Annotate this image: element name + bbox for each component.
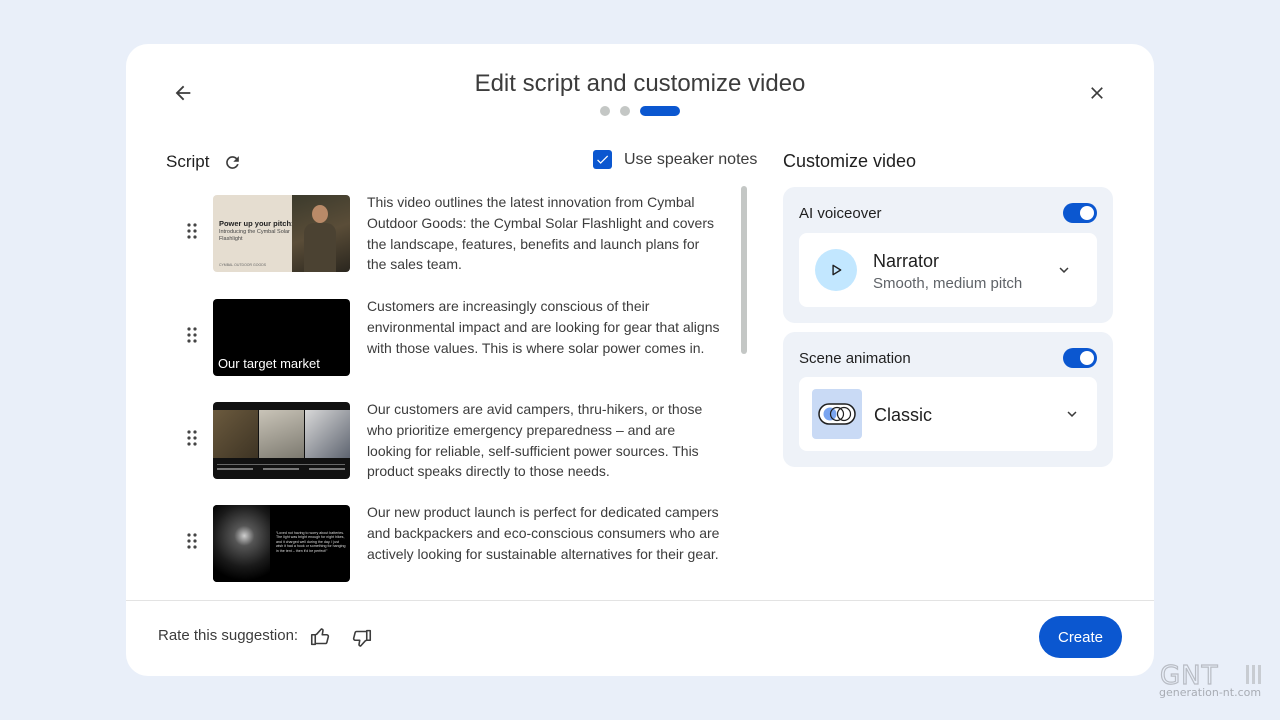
drag-handle-icon[interactable]	[181, 327, 203, 343]
edit-script-dialog: Edit script and customize video Script U…	[126, 44, 1154, 676]
scene-script-text[interactable]: Customers are increasingly conscious of …	[367, 296, 721, 358]
thumbs-up-icon	[310, 627, 329, 645]
scene-script-text[interactable]: Our new product launch is perfect for de…	[367, 502, 721, 564]
voice-description: Smooth, medium pitch	[873, 275, 1023, 292]
close-icon	[1091, 87, 1103, 99]
regenerate-script-button[interactable]	[221, 151, 243, 173]
step-dot-3-active	[640, 106, 680, 116]
step-dot-1	[600, 106, 610, 116]
customize-video-title: Customize video	[783, 151, 917, 171]
speaker-notes-label: Use speaker notes	[624, 150, 758, 168]
chevron-down-icon[interactable]	[1061, 403, 1083, 425]
scene-thumbnail[interactable]: “Loved not having to worry about batteri…	[212, 505, 350, 582]
thumb-subtitle: Introducing the Cymbal Solar Flashlight	[218, 229, 290, 242]
thumb-quote: “Loved not having to worry about batteri…	[275, 531, 346, 553]
scene-row: Our customers are avid campers, thru-hik…	[181, 399, 721, 482]
scene-script-text[interactable]: This video outlines the latest innovatio…	[367, 192, 721, 275]
close-button[interactable]	[1084, 80, 1110, 106]
script-label: Script	[166, 152, 210, 171]
drag-handle-icon[interactable]	[181, 430, 203, 446]
scene-row: “Loved not having to worry about batteri…	[181, 502, 721, 582]
refresh-icon	[225, 155, 239, 169]
chevron-down-icon[interactable]	[1053, 259, 1075, 281]
drag-handle-icon[interactable]	[181, 223, 203, 239]
create-button[interactable]: Create	[1039, 616, 1122, 658]
step-dot-2	[620, 106, 630, 116]
voice-name: Narrator	[873, 251, 940, 271]
gnt-watermark-logo: GNT generation-nt.com	[1158, 660, 1266, 700]
play-icon	[832, 264, 842, 276]
thumb-title: Our target market	[217, 356, 320, 371]
dialog-title: Edit script and customize video	[474, 70, 806, 97]
scene-animation-panel: Scene animation Classic	[783, 332, 1113, 467]
use-speaker-notes[interactable]: Use speaker notes	[593, 150, 757, 169]
scene-script-text[interactable]: Our customers are avid campers, thru-hik…	[367, 399, 721, 482]
scene-animation-label: Scene animation	[799, 350, 911, 367]
thumb-footer: CYMBAL OUTDOOR GOODS	[218, 263, 267, 267]
thumb-photo-2	[258, 410, 304, 458]
ai-voiceover-toggle[interactable]	[1063, 203, 1097, 223]
rate-suggestion-label: Rate this suggestion:	[158, 627, 299, 644]
thumb-photo	[212, 505, 270, 582]
footer-divider	[126, 600, 1154, 601]
scene-thumbnail[interactable]: Power up your pitch: Introducing the Cym…	[212, 195, 350, 272]
voice-preview-button[interactable]	[815, 249, 857, 291]
script-scrollbar[interactable]	[741, 186, 747, 354]
scene-animation-toggle[interactable]	[1063, 348, 1097, 368]
scene-thumbnail[interactable]	[212, 402, 350, 479]
speaker-notes-checkbox[interactable]	[593, 150, 612, 169]
animation-style-selector[interactable]: Classic	[799, 377, 1097, 451]
drag-handle-icon[interactable]	[181, 533, 203, 549]
scene-thumbnail[interactable]: Our target market	[212, 299, 350, 376]
voice-selector[interactable]: Narrator Smooth, medium pitch	[799, 233, 1097, 307]
checkmark-icon	[597, 155, 609, 164]
scene-row: Our target market Customers are increasi…	[181, 296, 721, 376]
thumb-title: Power up your pitch:	[218, 219, 294, 228]
svg-text:generation-nt.com: generation-nt.com	[1159, 686, 1261, 699]
step-indicator	[600, 106, 680, 116]
thumb-photo-3	[304, 410, 350, 458]
thumb-photo-1	[212, 410, 258, 458]
thumbs-up-button[interactable]	[308, 624, 332, 648]
ai-voiceover-panel: AI voiceover Narrator Smooth, medium pit…	[783, 187, 1113, 323]
thumbs-down-icon	[352, 629, 371, 647]
animation-style-icon	[812, 389, 862, 439]
thumbs-down-button[interactable]	[349, 626, 373, 650]
animation-style-name: Classic	[874, 405, 933, 425]
thumb-photo	[291, 195, 350, 272]
scene-row: Power up your pitch: Introducing the Cym…	[181, 192, 721, 275]
ai-voiceover-label: AI voiceover	[799, 205, 882, 222]
